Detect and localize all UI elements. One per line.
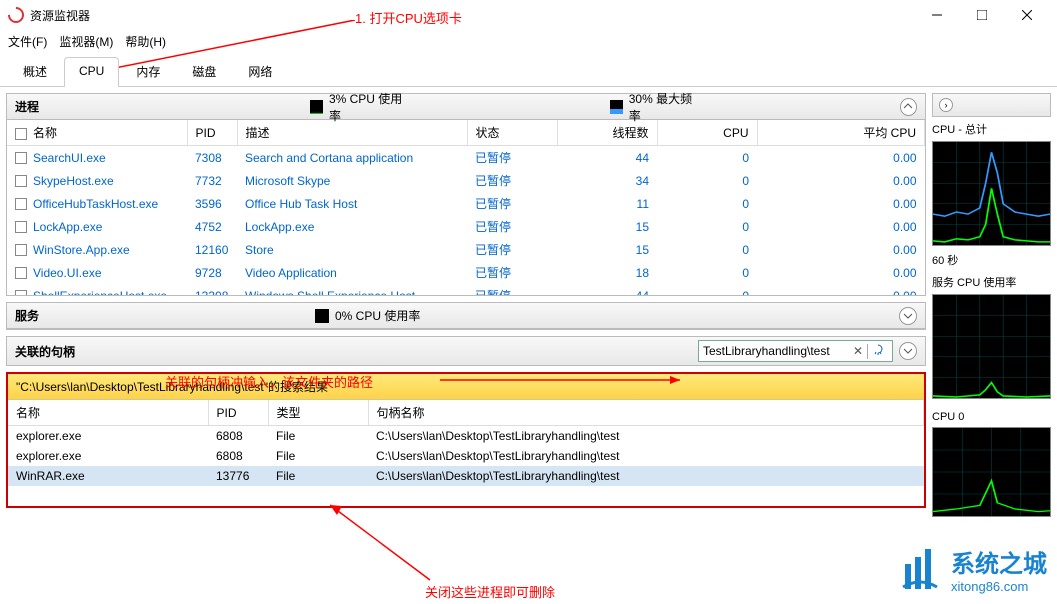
services-title: 服务: [15, 307, 115, 324]
table-row[interactable]: LockApp.exe4752LockApp.exe已暂停1500.00: [7, 215, 925, 238]
handles-header[interactable]: 关联的句柄 ✕: [6, 336, 926, 366]
rcol-type[interactable]: 类型: [268, 400, 368, 426]
expand-icon[interactable]: [899, 307, 917, 325]
app-icon: [5, 4, 28, 27]
table-row[interactable]: SkypeHost.exe7732Microsoft Skype已暂停3400.…: [7, 169, 925, 192]
search-results: "C:\Users\lan\Desktop\TestLibraryhandlin…: [6, 372, 926, 508]
menubar: 文件(F) 监视器(M) 帮助(H): [0, 30, 1057, 52]
maximize-button[interactable]: [959, 0, 1004, 30]
cpu-usage-meter: 3% CPU 使用率: [310, 90, 410, 124]
table-row[interactable]: Video.UI.exe9728Video Application已暂停1800…: [7, 261, 925, 284]
menu-file[interactable]: 文件(F): [8, 33, 47, 50]
rcol-hname[interactable]: 句柄名称: [368, 400, 924, 426]
watermark-name: 系统之城: [951, 544, 1047, 579]
tab-network[interactable]: 网络: [233, 56, 287, 86]
collapse-icon[interactable]: [900, 98, 917, 116]
handles-title: 关联的句柄: [15, 343, 75, 360]
processes-header[interactable]: 进程 3% CPU 使用率 30% 最大频率: [7, 94, 925, 120]
chart-service-title: 服务 CPU 使用率: [932, 274, 1051, 290]
rcol-pid[interactable]: PID: [208, 400, 268, 426]
results-table: 名称 PID 类型 句柄名称 explorer.exe6808FileC:\Us…: [8, 400, 924, 486]
tab-memory[interactable]: 内存: [121, 56, 175, 86]
services-header[interactable]: 服务 0% CPU 使用率: [7, 303, 925, 329]
minimize-button[interactable]: [914, 0, 959, 30]
chart-cpu0: [932, 427, 1051, 517]
clear-icon[interactable]: ✕: [849, 344, 867, 358]
charts-sidebar: › CPU - 总计 60 秒 服务 CPU 使用率 CPU 0: [932, 87, 1057, 597]
results-header: "C:\Users\lan\Desktop\TestLibraryhandlin…: [8, 374, 924, 400]
col-name[interactable]: 名称: [7, 120, 187, 146]
col-avg[interactable]: 平均 CPU: [757, 120, 925, 146]
col-cpu[interactable]: CPU: [657, 120, 757, 146]
watermark: 系统之城 xitong86.com: [895, 544, 1047, 594]
table-row[interactable]: SearchUI.exe7308Search and Cortana appli…: [7, 146, 925, 170]
chart-total: [932, 141, 1051, 246]
expand-icon[interactable]: [899, 342, 917, 360]
tabs: 概述 CPU 内存 磁盘 网络: [0, 52, 1057, 87]
col-status[interactable]: 状态: [467, 120, 557, 146]
col-desc[interactable]: 描述: [237, 120, 467, 146]
services-meter: 0% CPU 使用率: [315, 307, 420, 324]
table-row[interactable]: explorer.exe6808FileC:\Users\lan\Desktop…: [8, 446, 924, 466]
watermark-url: xitong86.com: [951, 579, 1047, 594]
tab-cpu[interactable]: CPU: [64, 57, 119, 87]
search-input[interactable]: [699, 341, 849, 361]
chart-cpu0-title: CPU 0: [932, 411, 1051, 423]
col-pid[interactable]: PID: [187, 120, 237, 146]
tab-disk[interactable]: 磁盘: [177, 56, 231, 86]
table-row[interactable]: ShellExperienceHost.exe13308Windows Shel…: [7, 284, 925, 295]
views-button[interactable]: ›: [932, 93, 1051, 117]
processes-title: 进程: [15, 98, 110, 115]
col-threads[interactable]: 线程数: [557, 120, 657, 146]
window-title: 资源监视器: [30, 7, 914, 24]
table-row[interactable]: OfficeHubTaskHost.exe3596Office Hub Task…: [7, 192, 925, 215]
table-row[interactable]: WinStore.App.exe12160Store已暂停1500.00: [7, 238, 925, 261]
chart-total-title: CPU - 总计: [932, 121, 1051, 137]
max-freq-meter: 30% 最大频率: [610, 90, 700, 124]
chart-seconds: 60 秒: [932, 250, 1051, 270]
table-row[interactable]: WinRAR.exe13776FileC:\Users\lan\Desktop\…: [8, 466, 924, 486]
close-button[interactable]: [1004, 0, 1049, 30]
handles-search: ✕: [698, 340, 893, 362]
processes-table: 名称 PID 描述 状态 线程数 CPU 平均 CPU SearchUI.exe…: [7, 120, 925, 295]
titlebar: 资源监视器: [0, 0, 1057, 30]
menu-monitor[interactable]: 监视器(M): [59, 33, 113, 50]
table-row[interactable]: explorer.exe6808FileC:\Users\lan\Desktop…: [8, 426, 924, 447]
menu-help[interactable]: 帮助(H): [125, 33, 166, 50]
tab-overview[interactable]: 概述: [8, 56, 62, 86]
services-panel: 服务 0% CPU 使用率: [6, 302, 926, 330]
rcol-name[interactable]: 名称: [8, 400, 208, 426]
search-icon[interactable]: [867, 344, 892, 359]
processes-panel: 进程 3% CPU 使用率 30% 最大频率 名称 PID: [6, 93, 926, 296]
chart-service: [932, 294, 1051, 399]
